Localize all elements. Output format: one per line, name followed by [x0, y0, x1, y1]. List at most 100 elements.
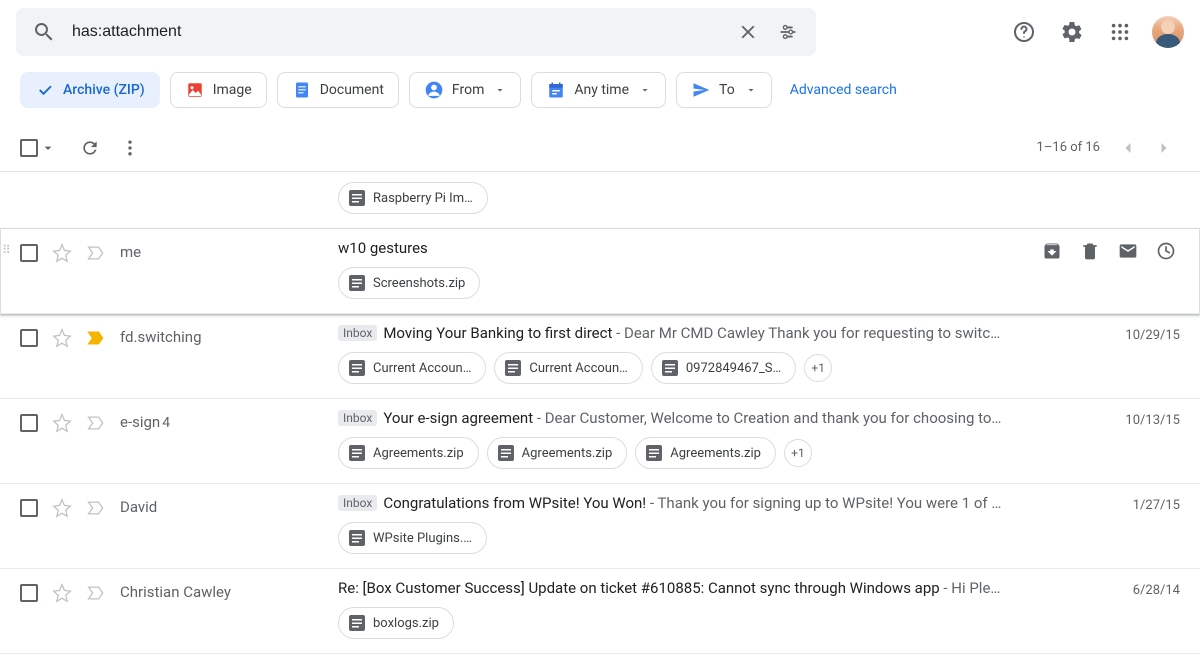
chip-archive-zip[interactable]: Archive (ZIP): [20, 72, 160, 108]
row-controls: [20, 409, 120, 433]
delete-icon[interactable]: [1080, 241, 1100, 261]
sender: David: [120, 494, 338, 516]
attachment-chip[interactable]: Screenshots.zip: [338, 267, 480, 299]
apps-icon[interactable]: [1100, 12, 1140, 52]
list-toolbar: 1–16 of 16: [0, 124, 1200, 172]
header-actions: [1004, 12, 1184, 52]
file-icon: [349, 530, 365, 546]
row-content: Re: [Box Customer Success] Update on tic…: [338, 579, 1100, 639]
file-icon: [349, 190, 365, 206]
date: [1100, 172, 1180, 176]
inbox-label[interactable]: Inbox: [338, 325, 377, 341]
star-icon[interactable]: [52, 413, 72, 433]
settings-icon[interactable]: [1052, 12, 1092, 52]
more-attachments[interactable]: +1: [784, 439, 812, 467]
support-icon[interactable]: [1004, 12, 1044, 52]
attachment-name: Agreements.zip: [373, 446, 464, 461]
person-icon: [424, 80, 444, 100]
email-row[interactable]: ⠿ fd.switchingInboxMoving Your Banking t…: [0, 314, 1200, 399]
file-icon: [646, 445, 662, 461]
chip-from[interactable]: From: [409, 72, 521, 108]
search-icon[interactable]: [24, 12, 64, 52]
avatar[interactable]: [1152, 16, 1184, 48]
attachment-name: Current Accoun…: [373, 361, 471, 376]
clear-search-icon[interactable]: [728, 12, 768, 52]
subject-line: InboxMoving Your Banking to first direct…: [338, 324, 1100, 342]
inbox-label[interactable]: Inbox: [338, 410, 377, 426]
inbox-label[interactable]: Inbox: [338, 495, 377, 511]
mark-read-icon[interactable]: [1118, 241, 1138, 261]
archive-icon[interactable]: [1042, 241, 1062, 261]
prev-page-button[interactable]: [1112, 132, 1144, 164]
importance-icon[interactable]: [86, 243, 106, 263]
advanced-search-link[interactable]: Advanced search: [790, 82, 897, 98]
attachment-chip[interactable]: boxlogs.zip: [338, 607, 454, 639]
email-list: ⠿Raspberry Pi Im…⠿ mew10 gesturesScreens…: [0, 172, 1200, 654]
star-icon[interactable]: [52, 583, 72, 603]
star-icon[interactable]: [52, 498, 72, 518]
sender: [120, 172, 338, 176]
row-checkbox[interactable]: [20, 499, 38, 517]
image-icon: [185, 80, 205, 100]
file-icon: [505, 360, 521, 376]
chip-to[interactable]: To: [676, 72, 772, 108]
row-checkbox[interactable]: [20, 244, 38, 262]
next-page-button[interactable]: [1148, 132, 1180, 164]
email-row[interactable]: ⠿ DavidInboxCongratulations from WPsite!…: [0, 484, 1200, 569]
email-row[interactable]: ⠿Raspberry Pi Im…: [0, 172, 1200, 229]
chip-image[interactable]: Image: [170, 72, 267, 108]
importance-icon[interactable]: [86, 498, 106, 518]
chip-document[interactable]: Document: [277, 72, 399, 108]
attachment-name: Raspberry Pi Im…: [373, 191, 473, 206]
attachment-chip[interactable]: Current Accoun…: [494, 352, 642, 384]
row-content: InboxCongratulations from WPsite! You Wo…: [338, 494, 1100, 554]
attachment-chip[interactable]: Current Accoun…: [338, 352, 486, 384]
row-checkbox[interactable]: [20, 414, 38, 432]
row-checkbox[interactable]: [20, 329, 38, 347]
date: 6/28/14: [1100, 579, 1180, 598]
email-row[interactable]: ⠿ Christian CawleyRe: [Box Customer Succ…: [0, 569, 1200, 654]
row-checkbox[interactable]: [20, 584, 38, 602]
attachment-chip[interactable]: Raspberry Pi Im…: [338, 182, 488, 214]
row-controls: [20, 172, 120, 176]
row-controls: [20, 579, 120, 603]
more-attachments[interactable]: +1: [804, 354, 832, 382]
star-icon[interactable]: [52, 243, 72, 263]
attachment-chip[interactable]: Agreements.zip: [338, 437, 479, 469]
filter-chips-row: Archive (ZIP) Image Document From Any ti…: [0, 64, 1200, 124]
attachment-name: 0972849467_S…: [686, 361, 781, 376]
star-icon[interactable]: [52, 328, 72, 348]
importance-icon[interactable]: [86, 583, 106, 603]
refresh-button[interactable]: [74, 132, 106, 164]
search-options-icon[interactable]: [768, 12, 808, 52]
attachment-chip[interactable]: WPsite Plugins.…: [338, 522, 487, 554]
file-icon: [349, 615, 365, 631]
search-bar: [16, 8, 816, 56]
snooze-icon[interactable]: [1156, 241, 1176, 261]
attachment-name: WPsite Plugins.…: [373, 531, 472, 546]
attachment-chip[interactable]: Agreements.zip: [487, 437, 628, 469]
chevron-down-icon: [494, 84, 506, 96]
select-all[interactable]: [20, 139, 56, 157]
row-controls: [20, 239, 120, 263]
attachment-name: boxlogs.zip: [373, 616, 439, 631]
checkbox-icon: [20, 139, 38, 157]
chip-any-time[interactable]: Any time: [531, 72, 666, 108]
drag-handle-icon[interactable]: ⠿: [2, 243, 10, 257]
importance-icon[interactable]: [86, 328, 106, 348]
attachment-chip[interactable]: Agreements.zip: [635, 437, 776, 469]
importance-icon[interactable]: [86, 413, 106, 433]
sender: fd.switching: [120, 324, 338, 346]
file-icon: [498, 445, 514, 461]
more-button[interactable]: [114, 132, 146, 164]
attachment-chip[interactable]: 0972849467_S…: [651, 352, 796, 384]
email-row[interactable]: ⠿ e-sign4InboxYour e-sign agreement - De…: [0, 399, 1200, 484]
subject-line: w10 gestures: [338, 239, 1042, 257]
email-row[interactable]: ⠿ mew10 gesturesScreenshots.zip: [0, 229, 1200, 314]
search-input[interactable]: [64, 23, 728, 41]
row-content: w10 gestures Screenshots.zip: [338, 239, 1042, 299]
subject-line: InboxCongratulations from WPsite! You Wo…: [338, 494, 1100, 512]
chip-label: Image: [213, 82, 252, 98]
sender: Christian Cawley: [120, 579, 338, 601]
date: 10/29/15: [1100, 324, 1180, 343]
